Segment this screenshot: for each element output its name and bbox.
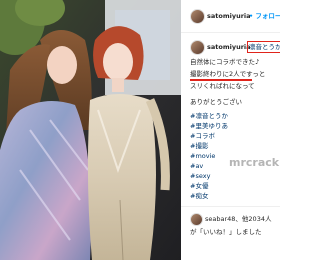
hashtag-link[interactable]: #sexy — [190, 172, 210, 180]
hashtag-link[interactable]: #コラボ — [190, 132, 215, 140]
likes-summary[interactable]: seabar48、他2034人 — [205, 215, 271, 223]
hashtag-link[interactable]: #里美ゆりあ — [190, 122, 228, 130]
liker-avatar[interactable] — [190, 213, 203, 226]
annotation-underline — [190, 79, 252, 81]
caption-line: ありがとうござい — [190, 98, 242, 106]
caption-line: 撮影終わりに2人ですっと — [190, 70, 266, 78]
post-side-panel: satomiyuria • フォロー satomiyuria 凛音とうか 自然体… — [181, 0, 280, 260]
likes-divider — [181, 206, 280, 207]
caption-username[interactable]: satomiyuria — [207, 43, 251, 51]
likes-suffix: が「いいね！」しました — [190, 228, 262, 236]
hashtag-link[interactable]: #撮影 — [190, 142, 208, 150]
header-username[interactable]: satomiyuria — [207, 12, 251, 20]
caption-line: 自然体にコラボできた♪ — [190, 58, 260, 66]
post-photo[interactable] — [0, 0, 181, 260]
hashtag-link[interactable]: #movie — [190, 152, 215, 160]
mention-highlight-box — [247, 41, 280, 53]
follow-button[interactable]: • フォロー — [249, 12, 280, 20]
hashtag-link[interactable]: #av — [190, 162, 203, 170]
profile-avatar[interactable] — [190, 9, 205, 24]
hashtag-link[interactable]: #痴女 — [190, 192, 208, 200]
hashtag-link[interactable]: #女優 — [190, 182, 208, 190]
hashtag-link[interactable]: #凛音とうか — [190, 112, 228, 120]
post-image — [0, 0, 181, 260]
caption-line: スリくればれになって — [190, 82, 255, 90]
watermark-text: mrcrack — [229, 156, 280, 169]
caption-avatar[interactable] — [190, 40, 205, 55]
header-divider — [181, 32, 280, 33]
